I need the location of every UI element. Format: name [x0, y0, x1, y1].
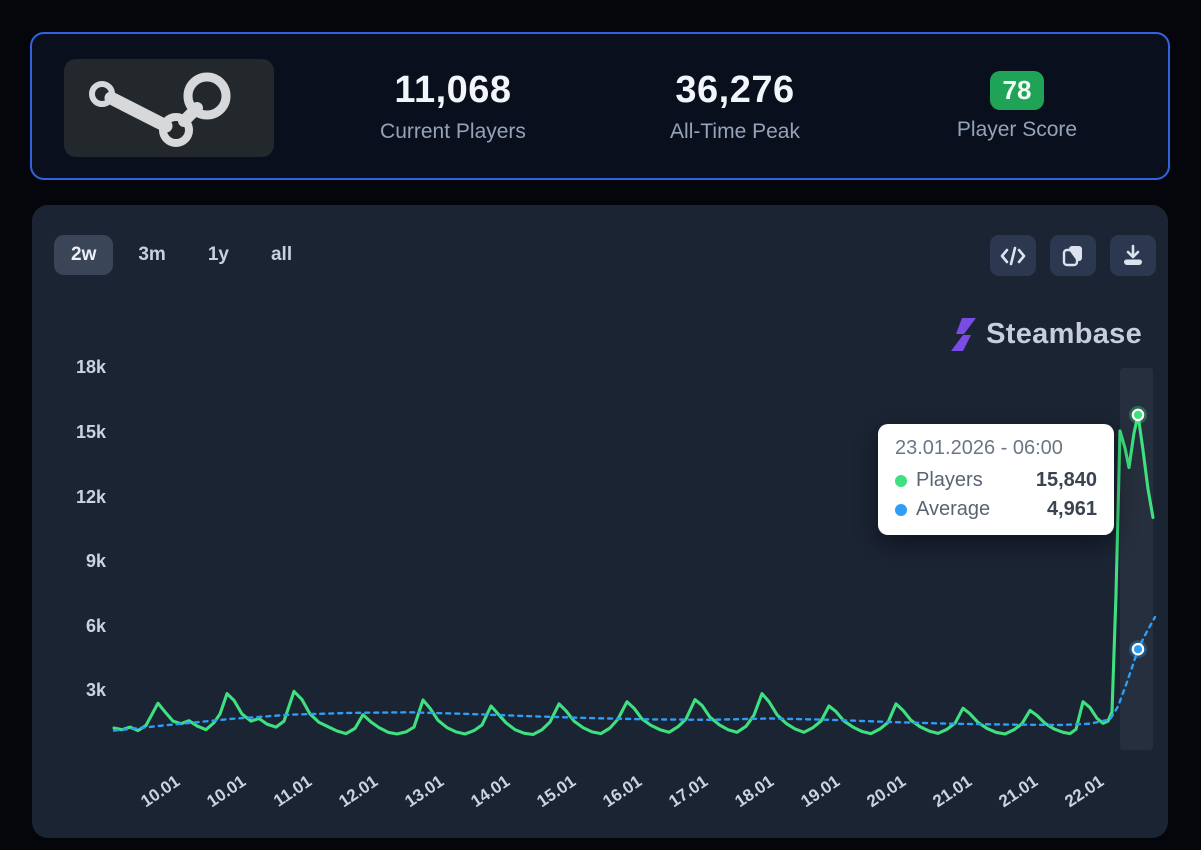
range-button-3m[interactable]: 3m: [121, 235, 182, 275]
steambase-watermark: Steambase: [950, 317, 1142, 352]
stat-all-time-peak: 36,276 All-Time Peak: [594, 69, 876, 144]
y-tick-label: 6k: [85, 615, 106, 636]
y-axis: 3k 6k 9k 12k 15k 18k: [48, 205, 106, 838]
tooltip-row-players: Players 15,840: [895, 469, 1097, 492]
players-dot-icon: [895, 474, 907, 487]
tooltip-average-label: Average: [916, 498, 991, 520]
x-tick-label: 17.01: [665, 772, 711, 812]
steam-icon: [89, 72, 231, 147]
x-tick-label: 20.01: [863, 772, 909, 812]
embed-code-button[interactable]: [990, 235, 1036, 276]
chart-tooltip: 23.01.2026 - 06:00 Players 15,840 Averag…: [878, 424, 1114, 535]
x-tick-label: 19.01: [797, 772, 843, 812]
player-chart[interactable]: 10.01 10.01 11.01 12.01 13.01 14.01 15.01 16.01…: [110, 352, 1157, 811]
tooltip-date: 23.01.2026 - 06:00: [895, 437, 1063, 459]
x-tick-label: 21.01: [995, 772, 1041, 812]
stats-row: 11,068 Current Players 36,276 All-Time P…: [312, 34, 1158, 178]
code-icon: [1000, 246, 1026, 265]
steam-logo-box: [64, 59, 274, 157]
tooltip-players-label: Players: [916, 469, 983, 491]
stat-current-players: 11,068 Current Players: [312, 69, 594, 144]
range-button-all[interactable]: all: [254, 235, 309, 275]
page: 11,068 Current Players 36,276 All-Time P…: [0, 0, 1201, 850]
x-tick-label: 16.01: [599, 772, 645, 812]
chart-actions: [990, 235, 1156, 276]
y-tick-label: 3k: [85, 680, 106, 701]
y-tick-label: 18k: [75, 357, 106, 378]
average-dot-icon: [895, 503, 907, 516]
x-tick-label: 10.01: [203, 772, 249, 812]
current-players-value: 11,068: [394, 68, 512, 111]
copy-button[interactable]: [1050, 235, 1096, 276]
steambase-logo-text: Steambase: [986, 318, 1142, 350]
average-marker: [1131, 642, 1145, 656]
x-tick-label: 18.01: [731, 772, 777, 812]
download-icon: [1124, 244, 1142, 265]
chart-plot-svg: 10.01 10.01 11.01 12.01 13.01 14.01 15.01 16.01…: [112, 368, 1157, 811]
stat-player-score: 78 Player Score: [876, 70, 1158, 142]
tooltip-players-value: 15,840: [1035, 469, 1097, 491]
player-score-label: Player Score: [956, 117, 1078, 141]
y-tick-label: 15k: [75, 422, 106, 442]
x-tick-label: 12.01: [335, 772, 381, 812]
copy-icon: [1062, 245, 1082, 266]
players-marker: [1131, 408, 1145, 422]
tooltip-average-value: 4,961: [1046, 498, 1097, 520]
y-tick-label: 12k: [75, 486, 106, 507]
x-tick-label: 10.01: [137, 772, 183, 812]
range-button-1y[interactable]: 1y: [191, 235, 246, 275]
x-tick-label: 21.01: [929, 772, 975, 812]
stats-card: 11,068 Current Players 36,276 All-Time P…: [30, 32, 1170, 180]
series-average-line: [112, 615, 1157, 732]
x-tick-label: 14.01: [467, 772, 513, 812]
steambase-logo-icon: [951, 318, 977, 351]
player-score-badge: 78: [989, 70, 1045, 110]
x-tick-label: 13.01: [401, 772, 447, 812]
x-tick-label: 22.01: [1061, 772, 1107, 812]
all-time-peak-value: 36,276: [675, 68, 795, 111]
chart-card: 2w 3m 1y all Steambase 3k 6k 9k 12k 15k …: [32, 205, 1168, 838]
download-button[interactable]: [1110, 235, 1156, 276]
x-tick-label: 11.01: [270, 772, 315, 811]
y-tick-label: 9k: [85, 551, 106, 572]
x-tick-label: 15.01: [533, 772, 579, 812]
tooltip-row-average: Average 4,961: [895, 498, 1097, 521]
current-players-label: Current Players: [380, 119, 526, 143]
all-time-peak-label: All-Time Peak: [670, 119, 800, 143]
